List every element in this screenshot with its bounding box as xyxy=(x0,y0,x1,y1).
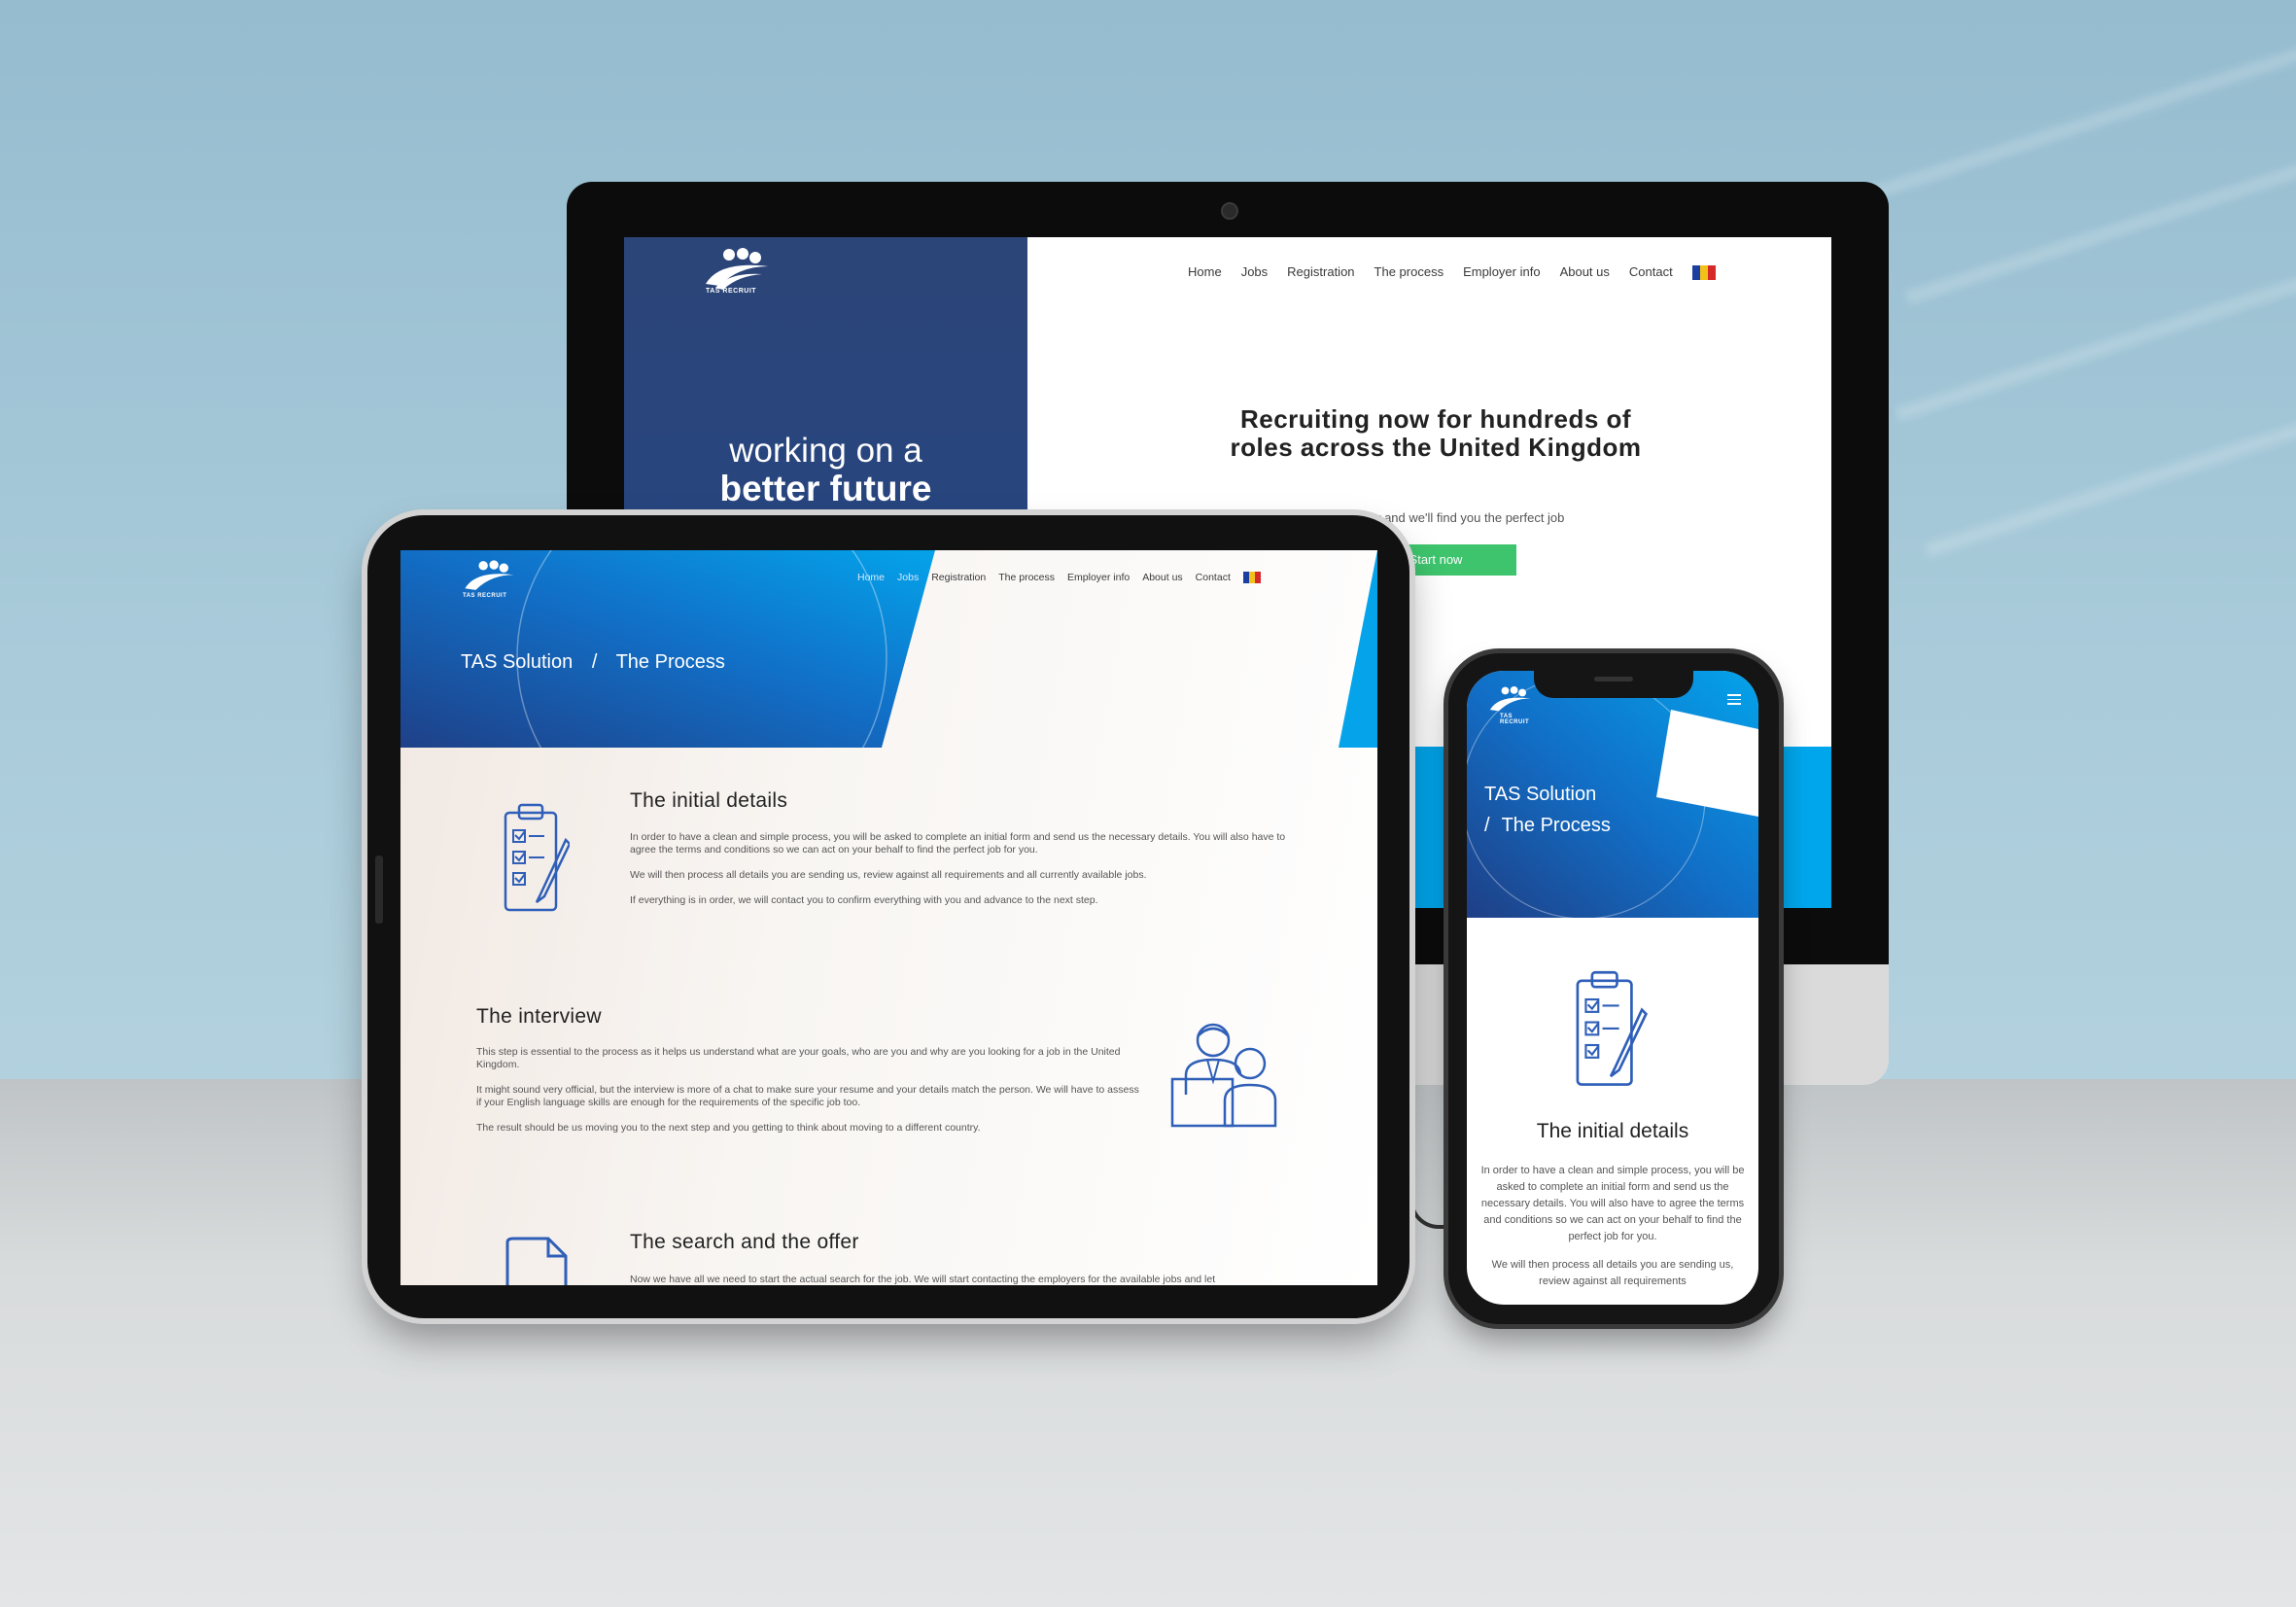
logo-text: TAS RECRUIT xyxy=(463,593,507,599)
section-paragraph: Now we have all we need to start the act… xyxy=(630,1274,1216,1285)
section-body-initial-details: In order to have a clean and simple proc… xyxy=(630,831,1301,920)
phone-notch xyxy=(1534,669,1693,698)
section-paragraph: We will then process all details you are… xyxy=(1491,1259,1734,1287)
phone-brand-logo[interactable]: TAS RECRUIT xyxy=(1484,684,1543,725)
desktop-headline: Recruiting now for hundreds of roles acr… xyxy=(1230,404,1642,462)
tablet-brand-logo[interactable]: TAS RECRUIT xyxy=(459,558,527,607)
phone-screen: TAS RECRUIT TAS Solution / The Process Th… xyxy=(1467,671,1758,1305)
nav-contact[interactable]: Contact xyxy=(1196,572,1231,583)
nav-registration[interactable]: Registration xyxy=(1287,264,1354,280)
nav-the-process[interactable]: The process xyxy=(998,572,1055,583)
breadcrumb-current: The Process xyxy=(615,651,725,673)
section-paragraph: This step is essential to the process as… xyxy=(476,1046,1121,1070)
logo-text: TAS RECRUIT xyxy=(1500,714,1530,725)
romanian-flag-icon[interactable] xyxy=(1242,572,1261,583)
phone-section-title: The initial details xyxy=(1536,1120,1689,1142)
nav-the-process[interactable]: The process xyxy=(1374,264,1444,280)
breadcrumb-current: The Process xyxy=(1501,815,1611,836)
logo-text: TAS RECRUIT xyxy=(706,288,757,295)
people-logo-icon xyxy=(706,248,768,290)
tablet-breadcrumb: TAS Solution / The Process xyxy=(461,651,725,674)
breadcrumb-root[interactable]: TAS Solution xyxy=(461,651,573,673)
tablet-side-button xyxy=(375,856,383,924)
tablet-screen: TAS RECRUIT Home Jobs Registration The p… xyxy=(400,550,1377,1285)
nav-employer-info[interactable]: Employer info xyxy=(1067,572,1130,583)
section-body-search-offer: Now we have all we need to start the act… xyxy=(630,1274,1301,1285)
phone-breadcrumb-current-line: / The Process xyxy=(1484,815,1611,837)
phone-speaker xyxy=(1594,677,1633,681)
section-paragraph: The result should be us moving you to th… xyxy=(476,1122,981,1134)
hero-line-2: better future xyxy=(719,469,932,508)
section-paragraph: In order to have a clean and simple proc… xyxy=(630,831,1286,856)
section-title-initial-details: The initial details xyxy=(630,789,788,812)
romanian-flag-icon[interactable] xyxy=(1691,265,1716,280)
breadcrumb-separator: / xyxy=(591,651,598,673)
nav-about-us[interactable]: About us xyxy=(1560,264,1610,280)
nav-employer-info[interactable]: Employer info xyxy=(1463,264,1540,280)
nav-contact[interactable]: Contact xyxy=(1629,264,1673,280)
nav-home[interactable]: Home xyxy=(857,572,885,583)
people-logo-icon xyxy=(465,560,514,590)
clipboard-checklist-icon xyxy=(502,801,572,916)
nav-home[interactable]: Home xyxy=(1188,264,1222,280)
people-logo-icon xyxy=(1489,685,1531,712)
nav-registration[interactable]: Registration xyxy=(931,572,986,583)
nav-jobs[interactable]: Jobs xyxy=(1241,264,1268,280)
brand-logo[interactable]: TAS RECRUIT xyxy=(700,245,778,303)
interview-people-icon xyxy=(1168,1017,1285,1129)
section-paragraph: It might sound very official, but the in… xyxy=(476,1084,1139,1108)
section-body-interview: This step is essential to the process as… xyxy=(476,1046,1147,1147)
phone-breadcrumb-root[interactable]: TAS Solution xyxy=(1484,784,1596,806)
nav-jobs[interactable]: Jobs xyxy=(897,572,919,583)
section-paragraph: In order to have a clean and simple proc… xyxy=(1480,1165,1745,1242)
hero-line-1: working on a xyxy=(729,432,922,470)
phone-section-body: In order to have a clean and simple proc… xyxy=(1480,1163,1745,1290)
section-title-search-offer: The search and the offer xyxy=(630,1231,859,1253)
clipboard-checklist-icon xyxy=(1556,968,1663,1091)
document-folder-icon xyxy=(504,1237,572,1285)
section-paragraph: If everything is in order, we will conta… xyxy=(630,894,1098,906)
webcam-icon xyxy=(1221,202,1238,220)
section-title-interview: The interview xyxy=(476,1005,602,1028)
desktop-nav: Home Jobs Registration The process Emplo… xyxy=(1188,264,1716,280)
hamburger-icon[interactable] xyxy=(1727,694,1741,705)
section-paragraph: We will then process all details you are… xyxy=(630,869,1147,881)
tablet-nav: Home Jobs Registration The process Emplo… xyxy=(857,572,1261,583)
breadcrumb-separator: / xyxy=(1484,815,1490,836)
nav-about-us[interactable]: About us xyxy=(1142,572,1182,583)
